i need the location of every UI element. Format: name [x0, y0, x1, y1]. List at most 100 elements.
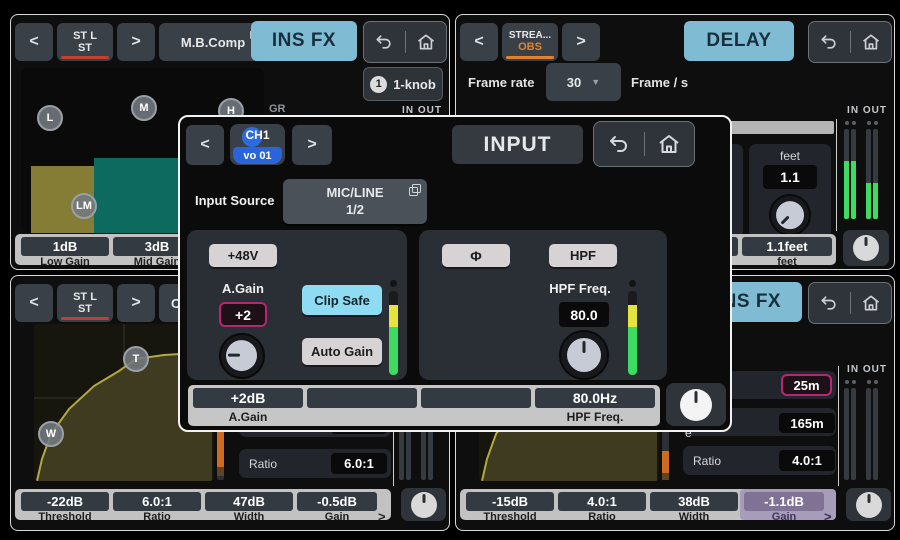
hpf-bar-value[interactable]: 80.0Hz	[535, 388, 655, 408]
forward-button[interactable]: >	[292, 125, 332, 165]
channel-select-button[interactable]: ST L ST	[57, 23, 113, 61]
out-meter	[873, 129, 878, 219]
release-value[interactable]: 165m	[779, 413, 835, 433]
gain-label: Gain	[744, 511, 824, 523]
back-button[interactable]: <	[15, 23, 53, 61]
channel-select-button[interactable]: ST L ST	[57, 284, 113, 322]
gain-value[interactable]: -1.1dB	[744, 492, 824, 511]
width-value[interactable]: 47dB	[205, 492, 293, 511]
in-out-label: IN OUT	[840, 364, 894, 375]
hpf-bar-label: HPF Freq.	[535, 410, 655, 424]
undo-icon[interactable]	[607, 132, 631, 156]
width-label: Width	[205, 511, 293, 523]
forward-button[interactable]: >	[562, 23, 600, 61]
hpf-button[interactable]: HPF	[549, 244, 617, 267]
again-bar-value[interactable]: +2dB	[193, 388, 303, 408]
delay-unit-label: feet	[742, 256, 832, 268]
home-icon[interactable]	[861, 32, 881, 52]
in-meter	[844, 388, 849, 480]
one-knob-button[interactable]: 1 1-knob	[363, 67, 443, 101]
home-icon[interactable]	[657, 132, 681, 156]
back-icon: <	[29, 33, 38, 51]
attack-value[interactable]: 25m	[781, 374, 832, 396]
feet-knob[interactable]	[769, 194, 811, 236]
input-source-button[interactable]: MIC/LINE 1/2	[283, 179, 427, 224]
in-meter	[851, 388, 856, 480]
ratio-value[interactable]: 6.0:1	[331, 453, 387, 474]
analog-gain-section: +48V A.Gain +2 Clip Safe Auto Gain	[187, 230, 407, 380]
frame-rate-dropdown[interactable]: 30 ▼	[546, 63, 621, 101]
width-value[interactable]: 38dB	[650, 492, 738, 511]
clip-safe-button[interactable]: Clip Safe	[302, 285, 382, 315]
clip-dot	[629, 280, 636, 287]
home-icon[interactable]	[861, 293, 881, 313]
undo-icon[interactable]	[819, 293, 839, 313]
divider	[644, 132, 645, 156]
auto-gain-button[interactable]: Auto Gain	[302, 338, 382, 365]
back-button[interactable]: <	[186, 125, 224, 165]
undo-icon[interactable]	[374, 32, 394, 52]
home-icon[interactable]	[416, 32, 436, 52]
nav-group	[363, 21, 447, 63]
ratio-label: Ratio	[249, 457, 277, 471]
frame-unit-label: Frame / s	[631, 75, 688, 90]
phase-button[interactable]: Φ	[442, 244, 510, 267]
threshold-handle[interactable]: T	[123, 346, 149, 372]
clip-dot	[874, 121, 878, 125]
hpf-freq-knob[interactable]	[559, 330, 609, 380]
low-band-handle[interactable]: L	[37, 105, 63, 131]
forward-button[interactable]: >	[117, 23, 155, 61]
gain-value[interactable]: -0.5dB	[297, 492, 377, 511]
threshold-value[interactable]: -22dB	[21, 492, 109, 511]
again-value[interactable]: +2	[219, 302, 267, 327]
chevron-right-icon[interactable]: >	[378, 509, 386, 524]
knob-button[interactable]	[843, 230, 889, 266]
chevron-right-icon[interactable]: >	[824, 509, 832, 524]
out-meter	[873, 388, 878, 480]
delay-value[interactable]: 1.1feet	[742, 237, 832, 256]
in-out-label: IN OUT	[840, 105, 894, 116]
feet-value[interactable]: 1.1	[763, 165, 817, 189]
again-knob[interactable]	[219, 333, 265, 379]
forward-icon: >	[131, 33, 140, 51]
back-icon: <	[474, 33, 483, 51]
channel-select-button[interactable]: CH1 vo 01	[230, 124, 285, 165]
channel-select-button[interactable]: STREA... OBS	[502, 23, 558, 61]
threshold-value[interactable]: -15dB	[466, 492, 554, 511]
divider	[850, 31, 851, 53]
mid-band-handle[interactable]: M	[131, 95, 157, 121]
knob-button[interactable]	[846, 488, 891, 521]
back-button[interactable]: <	[460, 23, 498, 61]
ratio-value[interactable]: 6.0:1	[113, 492, 201, 511]
ratio-value[interactable]: 4.0:1	[558, 492, 646, 511]
one-badge-icon: 1	[370, 76, 387, 93]
forward-icon: >	[131, 294, 140, 312]
undo-icon[interactable]	[819, 32, 839, 52]
lowmid-band-handle[interactable]: LM	[71, 193, 97, 219]
clip-dot	[852, 380, 856, 384]
back-icon: <	[29, 294, 38, 312]
clip-dot	[874, 380, 878, 384]
gr-meter-tail	[217, 467, 224, 476]
parameter-bar: +2dB A.Gain 80.0Hz HPF Freq.	[188, 385, 660, 426]
clip-dot	[867, 121, 871, 125]
phantom-48v-button[interactable]: +48V	[209, 244, 277, 267]
tab-delay[interactable]: DELAY	[684, 21, 794, 61]
empty-segment[interactable]	[307, 388, 417, 408]
back-button[interactable]: <	[15, 284, 53, 322]
width-handle[interactable]: W	[38, 421, 64, 447]
clip-dot	[845, 121, 849, 125]
again-bar-label: A.Gain	[193, 410, 303, 424]
knob-button[interactable]	[666, 383, 726, 426]
hpf-freq-value[interactable]: 80.0	[559, 302, 609, 327]
forward-button[interactable]: >	[117, 284, 155, 322]
empty-segment[interactable]	[421, 388, 531, 408]
feet-unit-label: feet	[749, 149, 831, 163]
again-label: A.Gain	[201, 281, 285, 296]
knob-button[interactable]	[401, 488, 446, 521]
channel-label: vo 01	[233, 147, 282, 164]
tab-ins-fx[interactable]: INS FX	[251, 21, 357, 61]
divider	[838, 366, 839, 486]
ratio-value[interactable]: 4.0:1	[779, 450, 835, 471]
low-gain-value[interactable]: 1dB	[21, 237, 109, 256]
